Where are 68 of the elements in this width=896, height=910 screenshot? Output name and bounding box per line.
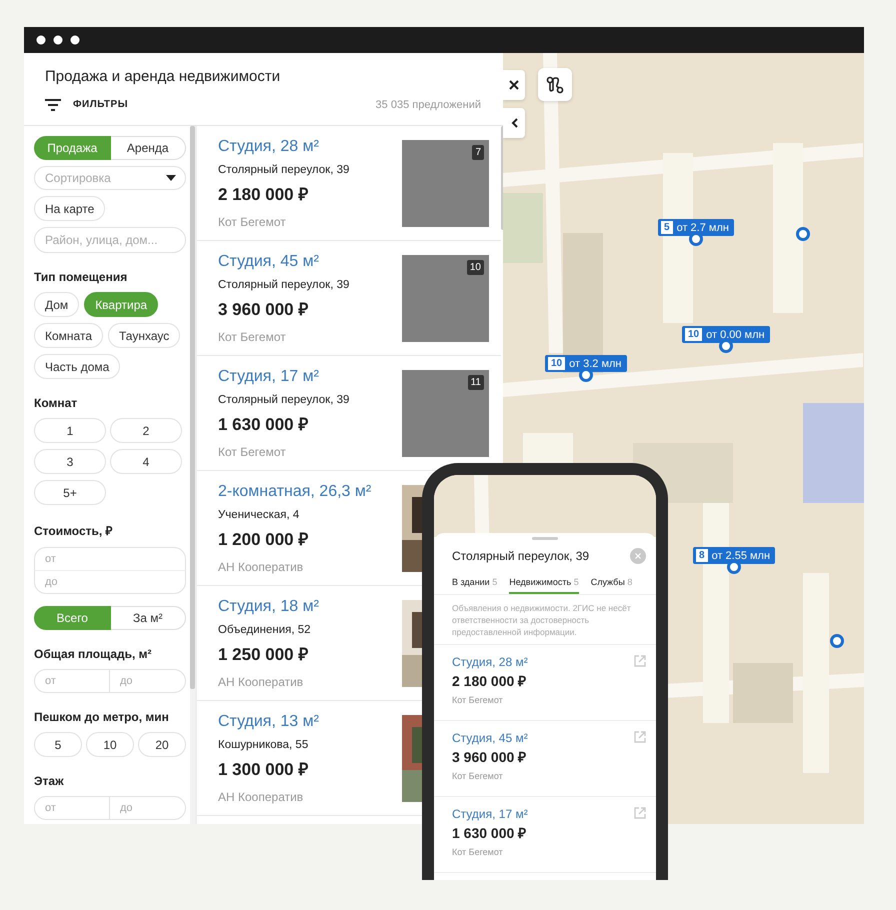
listing-title[interactable]: Студия, 28 м² — [218, 138, 402, 156]
from-field[interactable]: от — [34, 669, 110, 693]
sheet-tab[interactable]: В здании 5 — [452, 574, 498, 594]
listing-agent: Кот Бегемот — [452, 847, 504, 857]
filter-icon — [45, 98, 61, 110]
listing-agent: Кот Бегемот — [218, 215, 287, 229]
to-field[interactable]: до — [34, 570, 186, 594]
section-title: Стоимость, ₽ — [34, 523, 114, 539]
listing-price: 3 960 000 ₽ — [218, 299, 310, 320]
listing-title[interactable]: Студия, 45 м² — [218, 253, 402, 271]
listing-price: 2 180 000 ₽ — [218, 184, 310, 205]
from-field[interactable]: от — [34, 796, 110, 820]
listing-title[interactable]: Студия, 18 м² — [218, 598, 402, 616]
listing-agent: Кот Бегемот — [452, 695, 504, 705]
section-title: Общая площадь, м² — [34, 647, 153, 661]
listing-address: Столярный переулок, 39 — [218, 394, 350, 406]
listing-agent: Кот Бегемот — [452, 771, 504, 781]
minutes-chip[interactable]: 10 — [86, 732, 134, 757]
rooms-chip[interactable]: 1 — [34, 418, 106, 443]
listing-agent: Кот Бегемот — [218, 330, 287, 344]
section-title: Этаж — [34, 774, 65, 788]
listing-address: Столярный переулок, 39 — [218, 279, 350, 291]
listing-title[interactable]: Студия, 13 м² — [218, 713, 402, 731]
section-title: Тип помещения — [34, 270, 128, 284]
section-title: Пешком до метро, мин — [34, 710, 170, 724]
offers-count: 35 035 предложений — [376, 98, 481, 110]
section-title: Комнат — [34, 396, 78, 410]
unit-tab[interactable]: За м² — [110, 606, 186, 630]
scrollbar[interactable] — [190, 126, 195, 824]
to-field[interactable]: до — [110, 796, 186, 820]
deal-tab[interactable]: Аренда — [110, 136, 186, 160]
listing-price: 1 630 000 ₽ — [452, 824, 528, 842]
listing-price: 1 250 000 ₽ — [218, 644, 310, 665]
type-chip[interactable]: Комната — [34, 323, 103, 348]
to-field[interactable]: до — [110, 669, 186, 693]
rooms-chip[interactable]: 4 — [110, 449, 182, 474]
photo-count: 11 — [468, 375, 484, 390]
on-map-button[interactable]: На карте — [34, 196, 106, 221]
listing-agent: АН Кооператив — [218, 790, 304, 804]
type-chip[interactable]: Таунхаус — [108, 323, 180, 348]
listing-title[interactable]: 2-комнатная, 26,3 м² — [218, 483, 402, 501]
search-field[interactable]: Район, улица, дом... — [34, 227, 186, 253]
rooms-chip[interactable]: 5+ — [34, 480, 106, 505]
rooms-chip[interactable]: 3 — [34, 449, 106, 474]
listing-address: Кошурникова, 55 — [218, 739, 310, 751]
listing-agent: Кот Бегемот — [218, 445, 287, 459]
listing-agent: АН Кооператив — [218, 675, 304, 689]
listing-address: Объединения, 52 — [218, 624, 312, 636]
listing-address: Столярный переулок, 39 — [218, 164, 350, 176]
listing-title[interactable]: Студия, 17 м² — [218, 368, 402, 386]
caret-icon[interactable] — [166, 175, 176, 181]
listing-price: 1 300 000 ₽ — [218, 759, 310, 780]
minutes-chip[interactable]: 20 — [138, 732, 186, 757]
minutes-chip[interactable]: 5 — [34, 732, 82, 757]
listing-address: Ученическая, 4 — [218, 509, 300, 521]
type-chip[interactable]: Часть дома — [34, 354, 120, 379]
page-title: Продажа и аренда недвижимости — [45, 68, 282, 84]
photo-count: 10 — [466, 260, 484, 275]
window-dots-icon — [36, 35, 80, 45]
listing-agent: АН Кооператив — [218, 560, 304, 574]
listing-price: 1 630 000 ₽ — [218, 414, 310, 435]
type-chip[interactable]: Дом — [34, 292, 80, 317]
filters-button[interactable]: ФИЛЬТРЫ — [45, 98, 128, 110]
rooms-chip[interactable]: 2 — [110, 418, 182, 443]
listing-price: 1 200 000 ₽ — [218, 529, 310, 550]
from-field[interactable]: от — [34, 547, 186, 571]
photo-count: 7 — [472, 145, 484, 160]
sort-dropdown[interactable]: Сортировка — [34, 166, 186, 190]
